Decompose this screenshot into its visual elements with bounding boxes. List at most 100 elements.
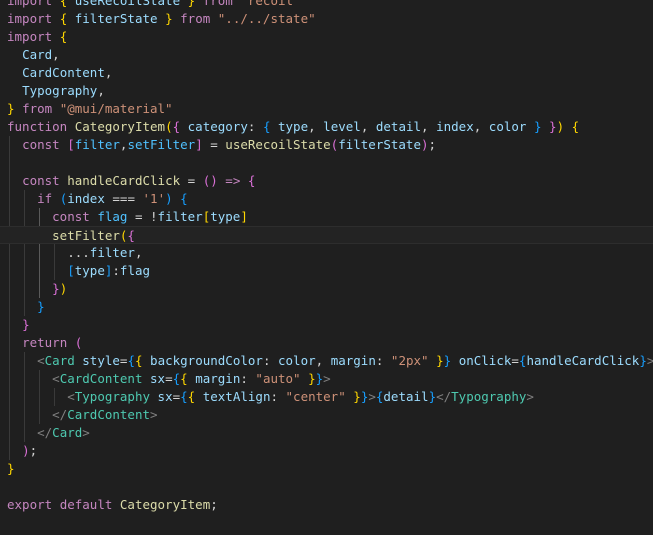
code-line[interactable]: }	[7, 460, 15, 478]
code-token: {	[172, 119, 181, 134]
code-line[interactable]: } from "@mui/material"	[7, 100, 173, 118]
code-line[interactable]: const flag = !filter[type]	[7, 208, 248, 226]
code-line[interactable]: ...filter,	[7, 244, 142, 262]
code-token: ,	[97, 83, 105, 98]
code-line[interactable]: Card,	[7, 46, 60, 64]
code-token: ,	[473, 119, 489, 134]
code-token: }	[639, 353, 647, 368]
code-token: </	[37, 425, 53, 440]
code-line[interactable]: <Typography sx={{ textAlign: "center" }}…	[7, 388, 534, 406]
code-token: (	[165, 119, 173, 134]
code-line[interactable]: if (index === '1') {	[7, 190, 188, 208]
code-line[interactable]: return (	[7, 334, 82, 352]
code-token: = !	[127, 209, 158, 224]
code-token: textAlign	[202, 389, 271, 404]
code-token: color	[488, 119, 527, 134]
code-token: =	[511, 353, 519, 368]
code-line[interactable]: })	[7, 280, 67, 298]
code-line[interactable]: import { filterState } from "../../state…	[7, 10, 316, 28]
code-line[interactable]: const [filter,setFilter] = useRecoilStat…	[7, 136, 436, 154]
code-token: color	[278, 353, 316, 368]
code-token: )	[22, 443, 30, 458]
code-token: =	[180, 173, 203, 188]
code-token: "auto"	[255, 371, 301, 386]
code-token: "2px"	[390, 353, 429, 368]
code-token: margin	[330, 353, 376, 368]
code-token: useRecoilState	[74, 0, 181, 8]
code-token: CategoryItem	[74, 119, 166, 134]
code-line[interactable]: }	[7, 298, 45, 316]
code-token: handleCardClick	[526, 353, 640, 368]
code-token: Card	[52, 425, 83, 440]
code-line[interactable]: </Card>	[7, 424, 90, 442]
code-token: (	[74, 335, 83, 350]
code-line[interactable]: import { useRecoilState } from "recoil"	[7, 0, 301, 10]
code-token: =	[172, 389, 181, 404]
code-token: Card	[44, 353, 75, 368]
code-token: filterState	[338, 137, 421, 152]
code-token: }	[37, 299, 45, 314]
code-token: }	[52, 281, 60, 296]
code-line[interactable]: export default CategoryItem;	[7, 496, 218, 514]
code-token: detail	[375, 119, 422, 134]
code-line[interactable]: import {	[7, 28, 67, 46]
code-token: ,	[315, 353, 331, 368]
code-token: filterState	[74, 11, 158, 26]
code-token: backgroundColor	[150, 353, 263, 368]
code-token: </	[436, 389, 452, 404]
code-token: >	[646, 353, 653, 368]
code-token: Typography	[451, 389, 527, 404]
code-token: import	[7, 11, 53, 26]
code-token: :	[262, 353, 278, 368]
code-token: >	[526, 389, 534, 404]
code-line[interactable]: <Card style = {{ backgroundColor: color, m…	[7, 352, 653, 370]
code-line[interactable]: );	[7, 442, 37, 460]
code-editor[interactable]: import { useRecoilState } from "recoil" i…	[0, 0, 653, 535]
code-token: "recoil"	[240, 0, 301, 8]
code-token: detail	[383, 389, 429, 404]
code-line[interactable]: <CardContent sx={{ margin: "auto" }}>	[7, 370, 331, 388]
code-line[interactable]: function CategoryItem({ category: { type…	[7, 118, 579, 136]
code-token: sx	[157, 389, 173, 404]
code-token: }	[7, 461, 15, 476]
code-token: type	[278, 119, 309, 134]
code-token: level	[323, 119, 361, 134]
code-line[interactable]: </CardContent>	[7, 406, 157, 424]
code-token: "center"	[285, 389, 346, 404]
code-line[interactable]: setFilter({	[0, 226, 653, 244]
code-token: "@mui/material"	[59, 101, 173, 116]
code-line[interactable]: }	[7, 316, 30, 334]
code-token: useRecoilState	[225, 137, 331, 152]
code-token: handleCardClick	[67, 173, 181, 188]
code-token: ,	[360, 119, 376, 134]
code-token: default	[59, 497, 113, 512]
code-token: }	[549, 119, 557, 134]
code-line[interactable]: [type]:flag	[7, 262, 150, 280]
code-token: from	[22, 101, 53, 116]
code-line[interactable]: const handleCardClick = () => {	[7, 172, 255, 190]
code-token: =	[202, 137, 226, 152]
code-token: CardContent	[22, 65, 105, 80]
code-token: onClick	[458, 353, 512, 368]
code-line[interactable]: CardContent,	[7, 64, 112, 82]
code-token: {	[134, 353, 143, 368]
code-line[interactable]: Typography,	[7, 82, 105, 100]
code-token: }	[428, 389, 437, 404]
code-token: index	[67, 191, 105, 206]
code-token: =	[165, 371, 173, 386]
code-token: const	[52, 209, 90, 224]
